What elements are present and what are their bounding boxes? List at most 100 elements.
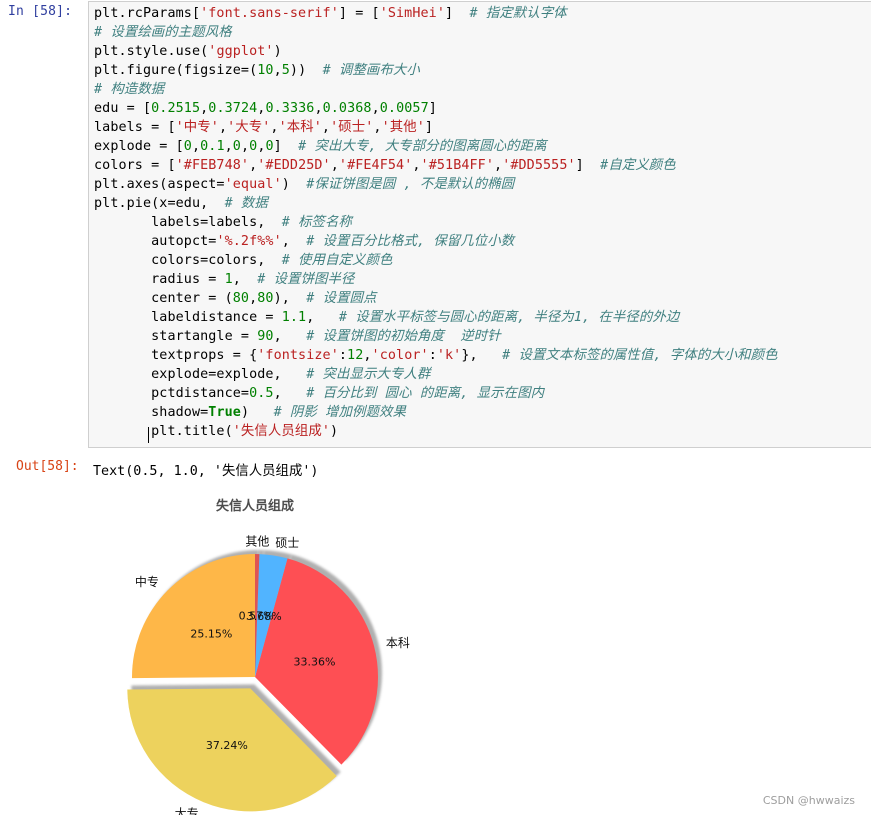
code-token: : xyxy=(338,348,348,363)
code-token: plt.figure(figsize=( xyxy=(94,63,258,78)
code-token: colors=colors, xyxy=(94,253,282,268)
code-line: colors = ['#FEB748','#EDD25D','#FE4F54',… xyxy=(94,156,778,175)
code-token: labels=labels, xyxy=(94,215,282,230)
code-token: # 调整画布大小 xyxy=(322,63,420,78)
input-prompt: In [58]: xyxy=(8,4,73,19)
code-token: edu = [ xyxy=(94,101,152,116)
code-token: '#FEB748' xyxy=(175,158,250,173)
code-token: 0 xyxy=(265,139,274,154)
code-token: '#FE4F54' xyxy=(338,158,413,173)
code-token: : xyxy=(428,348,437,363)
code-line: plt.title('失信人员组成') xyxy=(94,422,778,441)
input-cell[interactable]: In [58]: plt.rcParams['font.sans-serif']… xyxy=(0,0,871,451)
pie-category-label: 硕士 xyxy=(275,536,299,550)
pie-percent-label: 0.57% xyxy=(239,610,274,623)
code-line: radius = 1, # 设置饼图半径 xyxy=(94,270,778,289)
code-token: explode = [ xyxy=(94,139,184,154)
code-token: startangle = xyxy=(94,329,258,344)
code-token: # 百分比到 圆心 的距离, 显示在图内 xyxy=(306,386,545,401)
code-line: labels=labels, # 标签名称 xyxy=(94,213,778,232)
code-token: # 设置圆点 xyxy=(306,291,377,306)
code-token: , xyxy=(273,329,307,344)
code-token: # 指定默认字体 xyxy=(469,6,567,21)
code-token: '失信人员组成' xyxy=(232,424,331,439)
code-token: 90 xyxy=(257,329,274,344)
code-line: plt.style.use('ggplot') xyxy=(94,42,778,61)
code-line: plt.rcParams['font.sans-serif'] = ['SimH… xyxy=(94,4,778,23)
code-token: , xyxy=(363,348,372,363)
code-token: '本科' xyxy=(278,120,322,135)
code-token: 0.5 xyxy=(249,386,274,401)
code-token: center = ( xyxy=(94,291,233,306)
code-line: startangle = 90, # 设置饼图的初始角度 逆时针 xyxy=(94,327,778,346)
code-token: , xyxy=(273,63,282,78)
code-token: ) xyxy=(281,177,307,192)
code-token: plt.rcParams[ xyxy=(94,6,201,21)
code-token: # 标签名称 xyxy=(281,215,353,230)
code-token: '中专' xyxy=(175,120,219,135)
code-token: # 设置水平标签与圆心的距离, 半径为1, 在半径的外边 xyxy=(338,310,680,325)
code-token: 0.3724 xyxy=(208,101,258,116)
pie-category-label: 本科 xyxy=(386,636,410,650)
code-editor[interactable]: plt.rcParams['font.sans-serif'] = ['SimH… xyxy=(88,1,871,448)
pie-chart: 失信人员组成 中专25.15%大专37.24%本科33.36%硕士3.68%其他… xyxy=(127,498,410,815)
code-token: , xyxy=(412,158,421,173)
code-token: 'font.sans-serif' xyxy=(200,6,339,21)
code-token: ) xyxy=(240,405,274,420)
code-token: ] xyxy=(273,139,299,154)
code-token: 1.1 xyxy=(281,310,307,325)
code-token: 5 xyxy=(281,63,290,78)
code-token: '#51B4FF' xyxy=(420,158,495,173)
pie-slice xyxy=(131,554,255,679)
code-token: , xyxy=(314,101,323,116)
code-token: ] xyxy=(424,120,434,135)
code-token: 0.3336 xyxy=(265,101,315,116)
chart-title: 失信人员组成 xyxy=(216,498,294,514)
code-token: 'color' xyxy=(371,348,429,363)
code-line: autopct='%.2f%%', # 设置百分比格式, 保留几位小数 xyxy=(94,232,778,251)
code-token: plt.pie(x=edu, xyxy=(94,196,225,211)
code-token: }, xyxy=(461,348,503,363)
code-token: 'SimHei' xyxy=(379,6,445,21)
code-line: plt.pie(x=edu, # 数据 xyxy=(94,194,778,213)
code-lines: plt.rcParams['font.sans-serif'] = ['SimH… xyxy=(94,4,778,441)
code-token: '%.2f%%' xyxy=(216,234,282,249)
pie-category-label: 其他 xyxy=(245,535,269,549)
code-token: #保证饼图是圆 , 不是默认的椭圆 xyxy=(306,177,515,192)
code-token: , xyxy=(330,158,339,173)
code-token: , xyxy=(218,120,228,135)
code-token: plt.axes(aspect= xyxy=(94,177,225,192)
code-token: # 设置饼图半径 xyxy=(257,272,355,287)
code-token: , xyxy=(273,386,307,401)
code-line: labeldistance = 1.1, # 设置水平标签与圆心的距离, 半径为… xyxy=(94,308,778,327)
code-line: explode = [0,0.1,0,0,0] # 突出大专, 大专部分的图离圆… xyxy=(94,137,778,156)
code-line: pctdistance=0.5, # 百分比到 圆心 的距离, 显示在图内 xyxy=(94,384,778,403)
code-token: ) xyxy=(273,44,282,59)
code-token: '#DD5555' xyxy=(502,158,576,173)
code-line: shadow=True) # 阴影 增加例题效果 xyxy=(94,403,778,422)
code-token: # 突出大专, 大专部分的图离圆心的距离 xyxy=(298,139,547,154)
code-token: 0.0368 xyxy=(322,101,372,116)
code-token: ] xyxy=(428,101,437,116)
code-token: 'fontsize' xyxy=(257,348,339,363)
code-token: 80 xyxy=(257,291,274,306)
pie-percent-label: 37.24% xyxy=(206,739,248,752)
code-token: # 突出显示大专人群 xyxy=(306,367,431,382)
code-token: # 构造数据 xyxy=(94,82,165,97)
code-token: labels = [ xyxy=(94,120,176,135)
pie-percent-label: 25.15% xyxy=(190,628,232,641)
code-token: 0 xyxy=(232,139,241,154)
code-token: 'equal' xyxy=(224,177,282,192)
code-token: 1 xyxy=(224,272,233,287)
code-token: # 使用自定义颜色 xyxy=(281,253,393,268)
code-token: 80 xyxy=(232,291,250,306)
code-token: , xyxy=(281,234,307,249)
code-token: labeldistance = xyxy=(94,310,282,325)
code-token: , xyxy=(224,139,233,154)
code-line: plt.axes(aspect='equal') #保证饼图是圆 , 不是默认的… xyxy=(94,175,778,194)
code-line: center = (80,80), # 设置圆点 xyxy=(94,289,778,308)
pie-category-label: 大专 xyxy=(175,805,199,815)
pie-percent-label: 33.36% xyxy=(294,655,336,668)
code-line: labels = ['中专','大专','本科','硕士','其他'] xyxy=(94,118,778,137)
code-token: ), xyxy=(273,291,307,306)
